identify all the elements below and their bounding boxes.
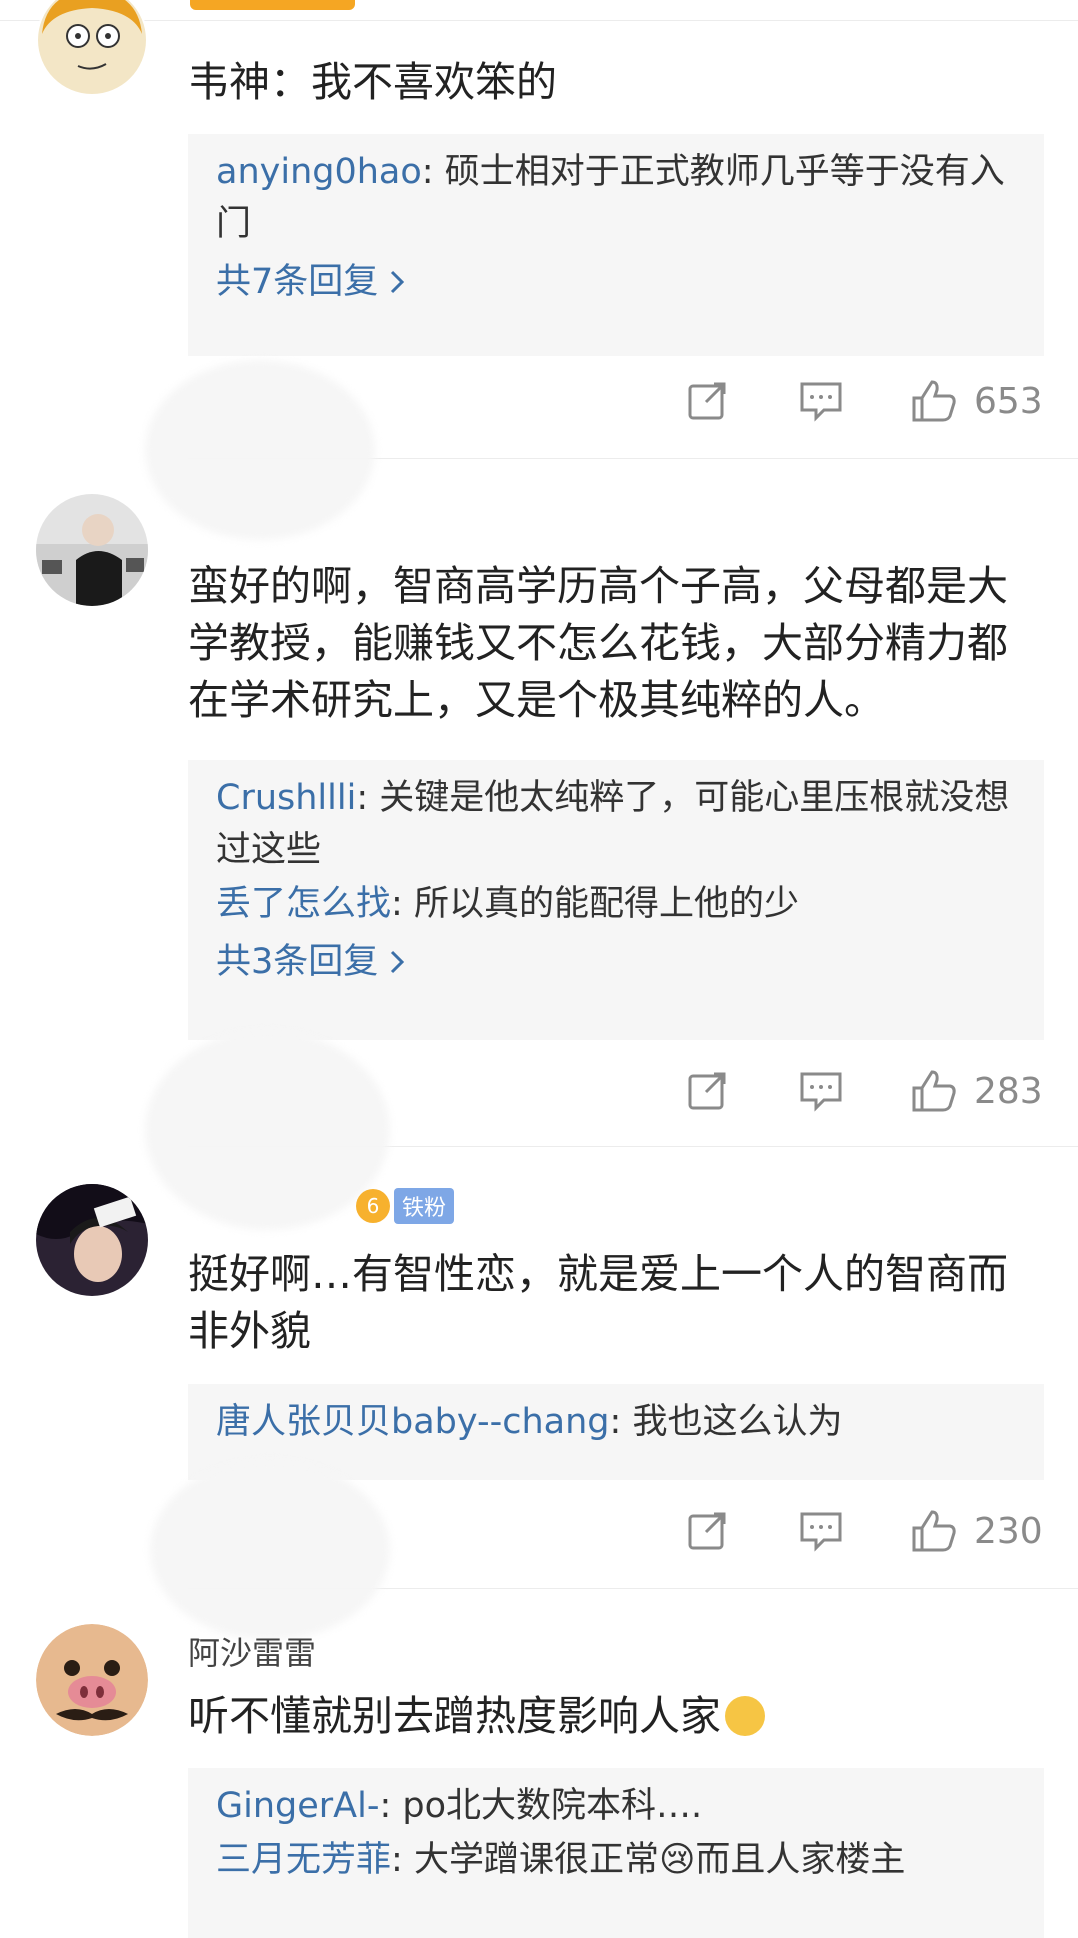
like-icon <box>912 1510 956 1552</box>
reply-sep: : <box>421 152 445 192</box>
more-replies-link[interactable]: 共3条回复 <box>216 932 1016 992</box>
shush-emoji-icon <box>725 1696 765 1736</box>
comment-1: 韦神：我不喜欢笨的 anying0hao: 硕士相对于正式教师几乎等于没有入门 … <box>0 0 1078 460</box>
comment-icon <box>800 382 842 422</box>
fan-badges: 6 铁粉 <box>356 1188 455 1224</box>
reply-box[interactable]: anying0hao: 硕士相对于正式教师几乎等于没有入门 共7条回复 <box>188 134 1044 356</box>
reply-box[interactable]: Crushllli: 关键是他太纯粹了，可能心里压根就没想过这些 丢了怎么找: … <box>188 760 1044 1040</box>
comment-text: 韦神：我不喜欢笨的 <box>188 58 557 106</box>
more-replies-label: 共3条回复 <box>216 942 379 982</box>
reply-sep: : <box>391 1840 414 1880</box>
comment-button[interactable] <box>798 1508 844 1552</box>
comment-text: 蛮好的啊，智商高学历高个子高，父母都是大学教授，能赚钱又不怎么花钱，大部分精力都… <box>188 562 1008 724</box>
reply-username[interactable]: GingerAl- <box>216 1786 379 1826</box>
like-count: 283 <box>974 1070 1043 1112</box>
chevron-right-icon <box>391 270 405 294</box>
comment-text-body: 听不懂就别去蹭热度影响人家 <box>188 1692 721 1740</box>
avatar[interactable] <box>36 1624 148 1736</box>
repost-icon <box>688 382 726 420</box>
reply-item[interactable]: 丢了怎么找: 所以真的能配得上他的少 <box>216 878 1016 930</box>
chevron-right-icon <box>391 950 405 974</box>
comment-icon <box>800 1512 842 1552</box>
avatar[interactable] <box>36 1184 148 1296</box>
like-button[interactable]: 230 <box>910 1508 1043 1554</box>
reply-item[interactable]: Crushllli: 关键是他太纯粹了，可能心里压根就没想过这些 <box>216 772 1016 876</box>
reply-item[interactable]: 三月无芳菲: 大学蹭课很正常😢而且人家楼主 <box>216 1834 1016 1886</box>
comment-text: 挺好啊…有智性恋，就是爱上一个人的智商而非外貌 <box>188 1250 1008 1355</box>
reply-item[interactable]: 唐人张贝贝baby--chang: 我也这么认为 <box>216 1396 1016 1448</box>
comment-button[interactable] <box>798 1068 844 1112</box>
repost-icon <box>688 1512 726 1550</box>
reply-item[interactable]: anying0hao: 硕士相对于正式教师几乎等于没有入门 <box>216 146 1016 250</box>
avatar[interactable] <box>36 494 148 606</box>
comment-2: 蛮好的啊，智商高学历高个子高，父母都是大学教授，能赚钱又不怎么花钱，大部分精力都… <box>0 460 1078 1147</box>
repost-button[interactable] <box>686 1068 730 1112</box>
reply-text: po北大数院本科…. <box>402 1786 703 1826</box>
crown-level: 6 <box>366 1194 380 1218</box>
reply-sep: : <box>391 884 414 924</box>
reply-username[interactable]: 唐人张贝贝baby--chang <box>216 1402 610 1442</box>
reply-text: 所以真的能配得上他的少 <box>413 884 799 924</box>
comment-button[interactable] <box>798 378 844 422</box>
more-replies-link[interactable]: 共7条回复 <box>216 252 1016 312</box>
like-icon <box>912 1070 956 1112</box>
repost-button[interactable] <box>686 378 730 422</box>
like-count: 653 <box>974 380 1043 422</box>
reply-username[interactable]: 丢了怎么找 <box>216 884 391 924</box>
reply-username[interactable]: 三月无芳菲 <box>216 1840 391 1880</box>
reply-box[interactable]: GingerAl-: po北大数院本科…. 三月无芳菲: 大学蹭课很正常😢而且人… <box>188 1768 1044 1938</box>
like-icon <box>912 380 956 422</box>
reply-username[interactable]: Crushllli <box>216 778 356 818</box>
fan-badge: 铁粉 <box>394 1188 455 1224</box>
reply-sep: : <box>379 1786 403 1826</box>
more-replies-label: 共7条回复 <box>216 262 379 302</box>
like-button[interactable]: 653 <box>910 378 1043 424</box>
comment-text: 听不懂就别去蹭热度影响人家 <box>188 1688 1048 1745</box>
crown-icon: 6 <box>356 1189 390 1223</box>
reply-box[interactable]: 唐人张贝贝baby--chang: 我也这么认为 <box>188 1384 1044 1480</box>
repost-icon <box>688 1072 726 1110</box>
comment-icon <box>800 1072 842 1112</box>
reply-text: 我也这么认为 <box>632 1402 843 1442</box>
comment-4: 阿沙雷雷 听不懂就别去蹭热度影响人家 GingerAl-: po北大数院本科….… <box>0 1588 1078 1938</box>
like-button[interactable]: 283 <box>910 1068 1043 1114</box>
reply-sep: : <box>356 778 380 818</box>
reply-text: 大学蹭课很正常😢而且人家楼主 <box>413 1840 906 1880</box>
reply-sep: : <box>609 1402 633 1442</box>
avatar[interactable] <box>36 0 148 96</box>
username[interactable]: 阿沙雷雷 <box>188 1628 316 1674</box>
reply-username[interactable]: anying0hao <box>216 152 422 192</box>
repost-button[interactable] <box>686 1508 730 1552</box>
like-count: 230 <box>974 1510 1043 1552</box>
reply-item[interactable]: GingerAl-: po北大数院本科…. <box>216 1780 1016 1832</box>
